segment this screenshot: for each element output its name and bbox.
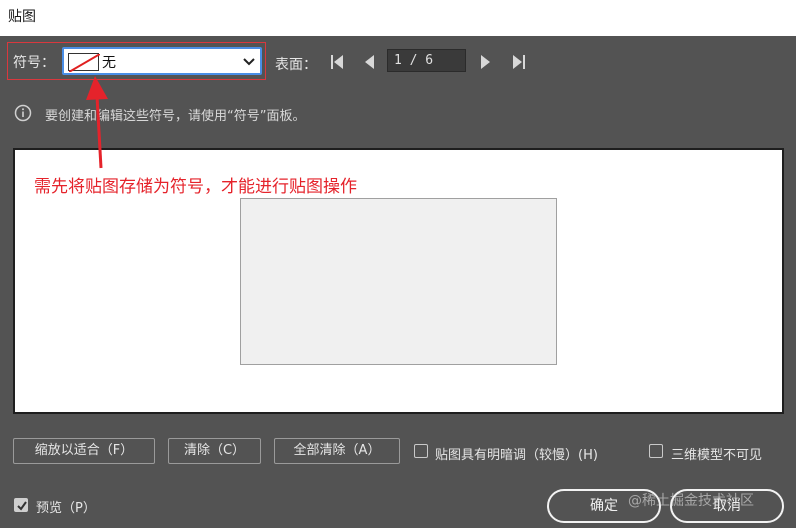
symbol-dropdown[interactable]: 无 [62, 47, 262, 75]
watermark: @稀土掘金技术社区 [628, 493, 754, 509]
preview-checkbox[interactable] [14, 498, 28, 512]
skip-first-icon [331, 55, 343, 69]
triangle-right-icon [481, 55, 490, 69]
symbol-selected-value: 无 [102, 55, 116, 71]
checkmark-icon [17, 501, 27, 511]
clear-button[interactable]: 清除（C） [168, 438, 261, 464]
surface-label: 表面： [275, 57, 317, 73]
page-indicator-field[interactable]: 1 / 6 [387, 49, 466, 72]
info-text: 要创建和编辑这些符号，请使用“符号”面板。 [45, 109, 306, 124]
none-swatch-icon [68, 53, 100, 72]
annotation-note: 需先将贴图存储为符号，才能进行贴图操作 [34, 177, 357, 197]
symbol-label: 符号： [13, 55, 55, 71]
shade-artwork-label: 贴图具有明暗调（较慢）(H) [435, 448, 598, 463]
texture-preview-surface [240, 198, 557, 365]
previous-page-button[interactable] [362, 53, 378, 71]
invisible-geometry-label: 三维模型不可见 [671, 448, 763, 463]
preview-label: 预览（P） [36, 501, 96, 516]
info-icon [14, 104, 32, 126]
shade-artwork-checkbox[interactable] [414, 444, 428, 458]
skip-last-icon [513, 55, 525, 69]
invisible-geometry-checkbox[interactable] [649, 444, 663, 458]
triangle-left-icon [365, 55, 374, 69]
clear-all-button[interactable]: 全部清除（A） [274, 438, 400, 464]
last-page-button[interactable] [511, 53, 527, 71]
chevron-down-icon [242, 52, 256, 74]
window-title: 贴图 [0, 0, 796, 36]
first-page-button[interactable] [329, 53, 345, 71]
fit-to-size-button[interactable]: 缩放以适合（F） [13, 438, 155, 464]
next-page-button[interactable] [477, 53, 493, 71]
